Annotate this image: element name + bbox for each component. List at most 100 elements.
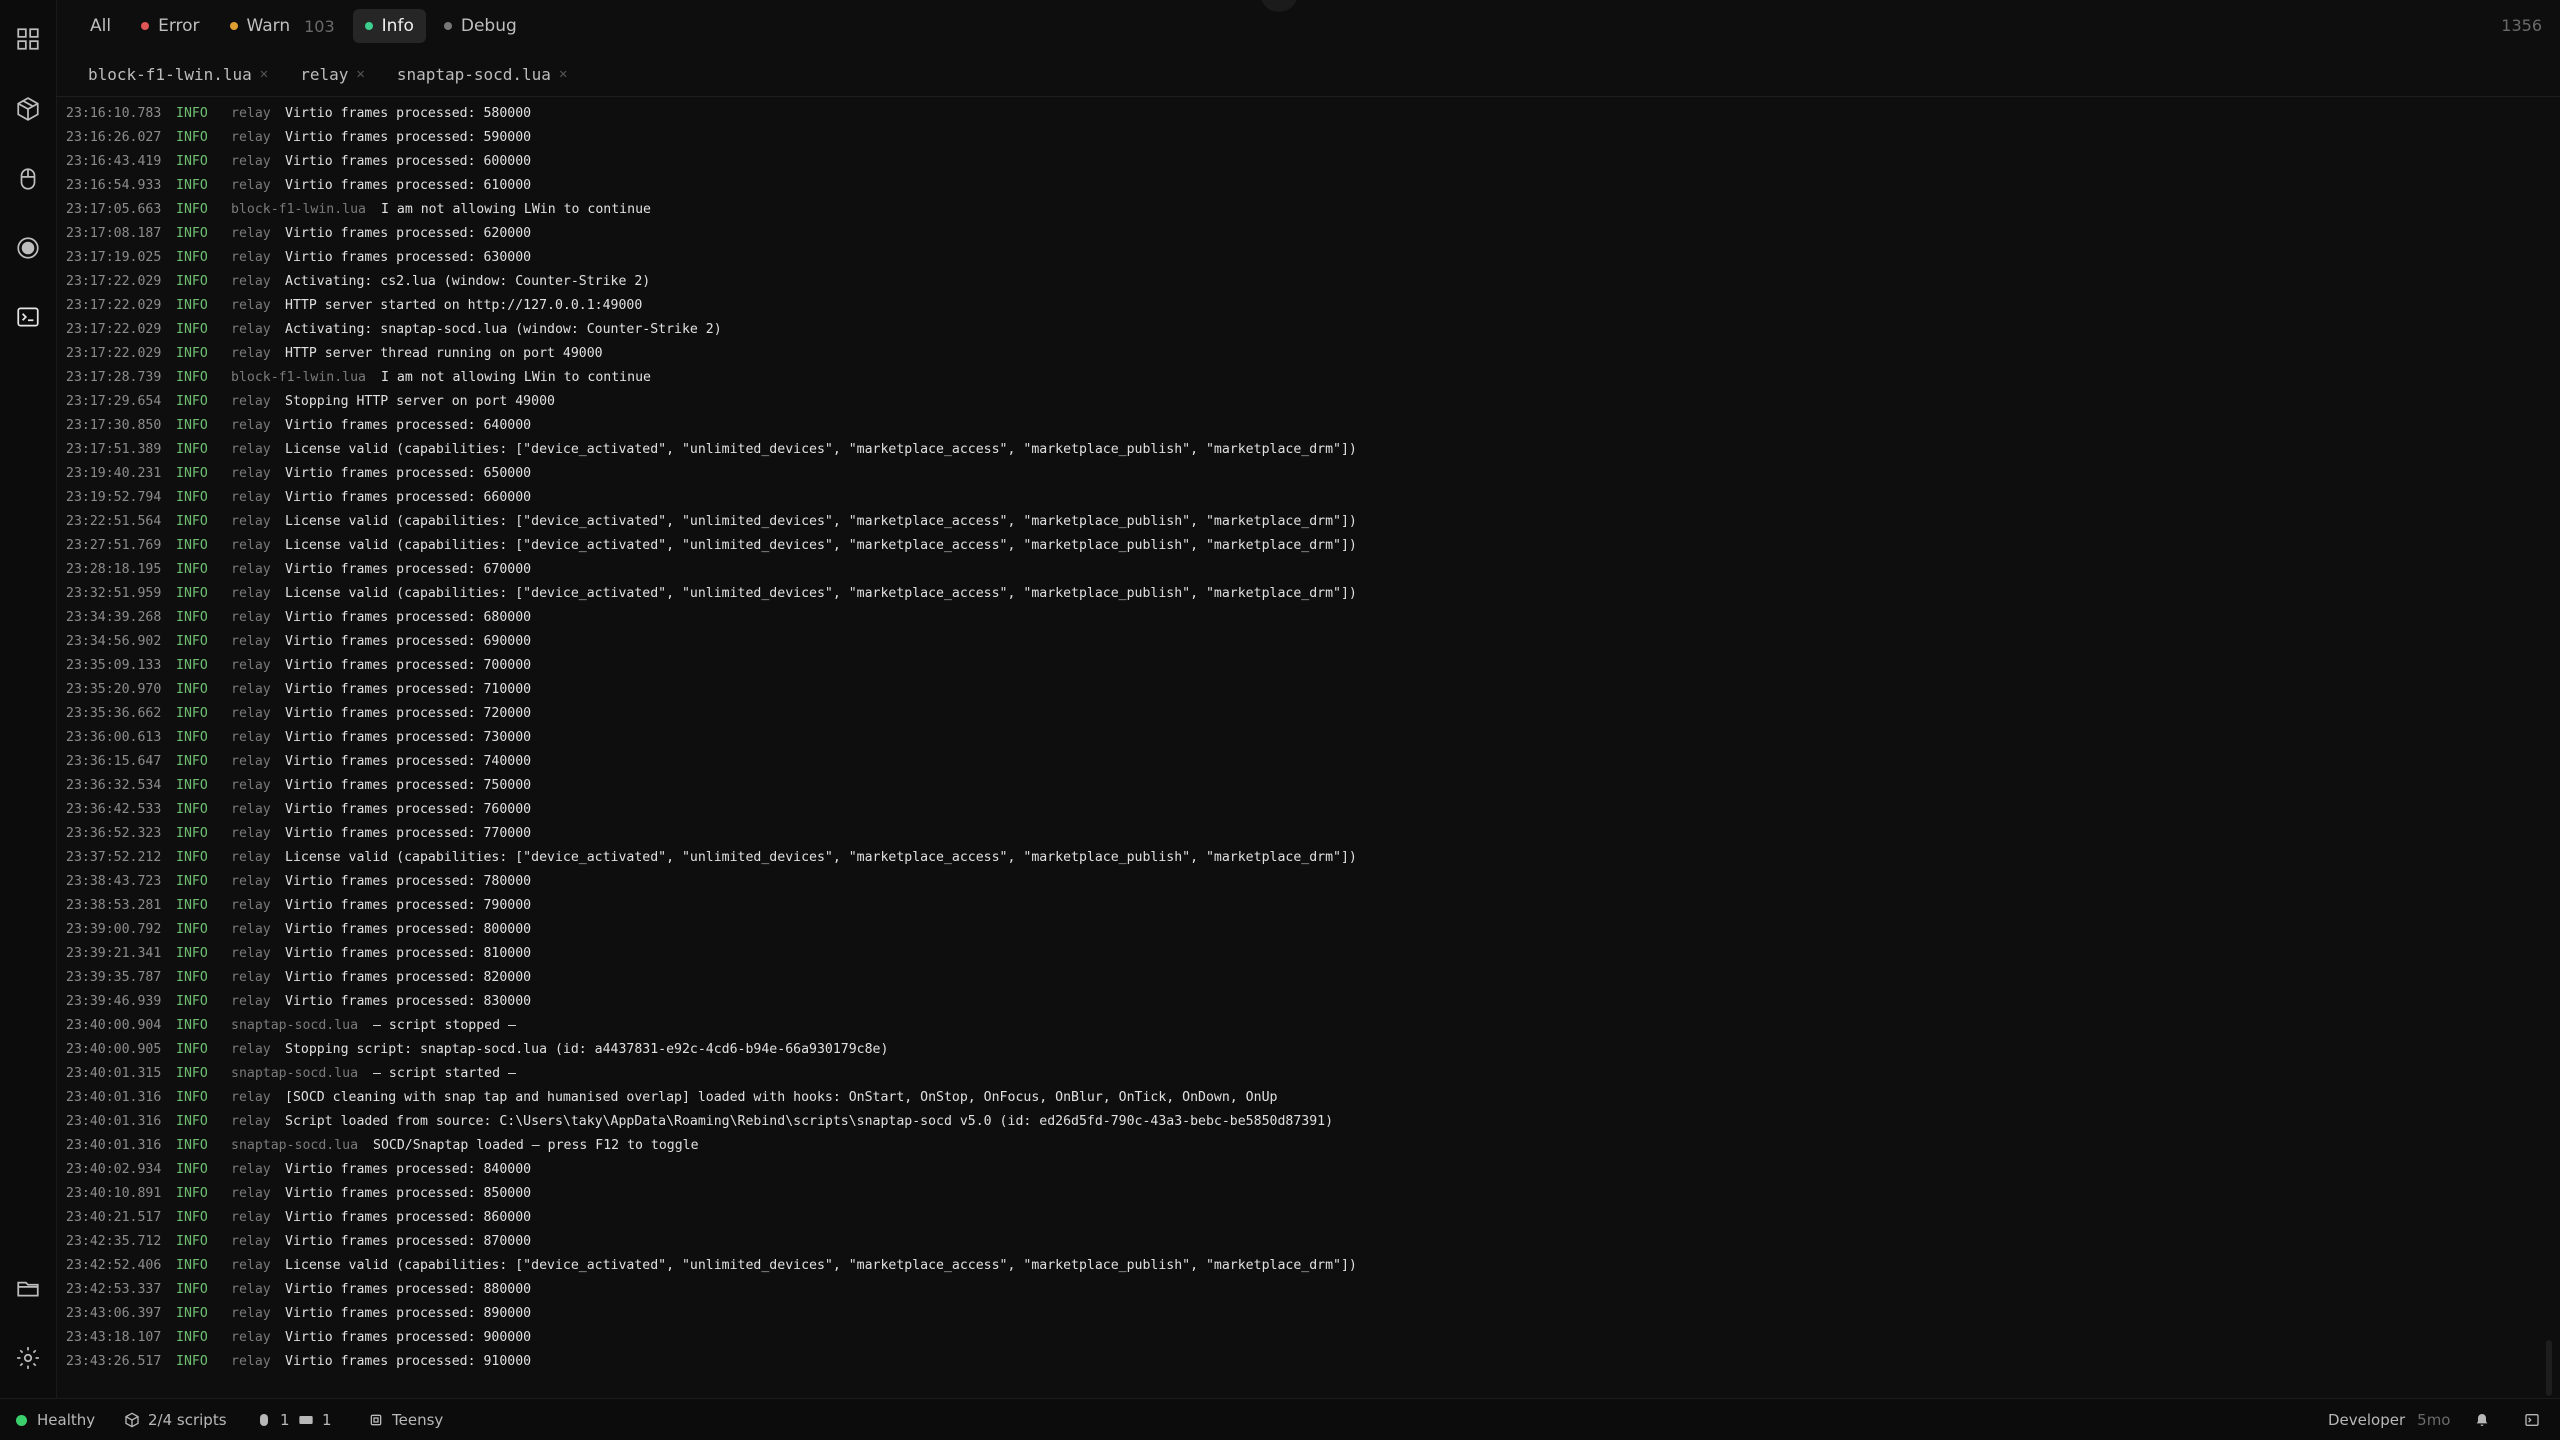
filter-error[interactable]: Error — [129, 9, 211, 43]
source-tab[interactable]: relay ✕ — [300, 65, 365, 84]
log-row[interactable]: 23:40:01.316 INFO snaptap-socd.lua SOCD/Sna… — [56, 1134, 2560, 1158]
log-row[interactable]: 23:17:30.850 INFO relay Virtio frames proce… — [56, 414, 2560, 438]
log-row[interactable]: 23:39:00.792 INFO relay Virtio frames proce… — [56, 918, 2560, 942]
mouse-status[interactable]: 1 — [256, 1399, 290, 1440]
log-row[interactable]: 23:43:26.517 INFO relay Virtio frames proce… — [56, 1350, 2560, 1374]
log-level: INFO — [176, 1162, 208, 1177]
log-message: — script started — — [373, 1066, 516, 1081]
keyboard-status[interactable]: 1 — [298, 1399, 332, 1440]
panel-toggle-icon[interactable] — [2524, 1399, 2548, 1440]
log-row[interactable]: 23:17:51.389 INFO relay License valid (capa… — [56, 438, 2560, 462]
log-row[interactable]: 23:34:39.268 INFO relay Virtio frames proce… — [56, 606, 2560, 630]
log-source: relay — [231, 274, 271, 289]
filter-info[interactable]: Info — [352, 9, 426, 43]
gear-icon[interactable] — [10, 1340, 46, 1376]
log-row[interactable]: 23:40:00.904 INFO snaptap-socd.lua — script… — [56, 1014, 2560, 1038]
source-tab[interactable]: snaptap-socd.lua ✕ — [397, 65, 568, 84]
log-level: INFO — [176, 730, 208, 745]
log-row[interactable]: 23:35:36.662 INFO relay Virtio frames proce… — [56, 702, 2560, 726]
log-row[interactable]: 23:37:52.212 INFO relay License valid (capa… — [56, 846, 2560, 870]
close-icon[interactable]: ✕ — [559, 66, 567, 82]
log-row[interactable]: 23:17:08.187 INFO relay Virtio frames proce… — [56, 222, 2560, 246]
log-row[interactable]: 23:34:56.902 INFO relay Virtio frames proce… — [56, 630, 2560, 654]
log-timestamp: 23:17:22.029 — [66, 322, 162, 337]
log-row[interactable]: 23:36:52.323 INFO relay Virtio frames proce… — [56, 822, 2560, 846]
log-row[interactable]: 23:40:02.934 INFO relay Virtio frames proce… — [56, 1158, 2560, 1182]
log-row[interactable]: 23:42:35.712 INFO relay Virtio frames proce… — [56, 1230, 2560, 1254]
log-row[interactable]: 23:36:42.533 INFO relay Virtio frames proce… — [56, 798, 2560, 822]
log-row[interactable]: 23:38:53.281 INFO relay Virtio frames proce… — [56, 894, 2560, 918]
log-row[interactable]: 23:43:06.397 INFO relay Virtio frames proce… — [56, 1302, 2560, 1326]
log-row[interactable]: 23:35:20.970 INFO relay Virtio frames proce… — [56, 678, 2560, 702]
log-timestamp: 23:38:43.723 — [66, 874, 162, 889]
filter-all[interactable]: All — [78, 9, 123, 43]
log-row[interactable]: 23:17:22.029 INFO relay HTTP server started… — [56, 294, 2560, 318]
log-message: License valid (capabilities: ["device_ac… — [285, 442, 1357, 457]
log-row[interactable]: 23:17:22.029 INFO relay HTTP server thread … — [56, 342, 2560, 366]
log-row[interactable]: 23:16:10.783 INFO relay Virtio frames proce… — [56, 102, 2560, 126]
log-row[interactable]: 23:16:54.933 INFO relay Virtio frames proce… — [56, 174, 2560, 198]
log-row[interactable]: 23:32:51.959 INFO relay License valid (capa… — [56, 582, 2560, 606]
developer-status[interactable]: Developer 5mo — [2328, 1399, 2451, 1440]
log-source: block-f1-lwin.lua — [231, 370, 366, 385]
log-row[interactable]: 23:36:00.613 INFO relay Virtio frames proce… — [56, 726, 2560, 750]
mouse-icon[interactable] — [10, 161, 46, 197]
log-level: INFO — [176, 1114, 208, 1129]
log-timestamp: 23:32:51.959 — [66, 586, 162, 601]
log-row[interactable]: 23:38:43.723 INFO relay Virtio frames proce… — [56, 870, 2560, 894]
status-bar: Healthy 2/4 scripts 1 1 Teensy Developer… — [0, 1398, 2560, 1440]
log-row[interactable]: 23:39:35.787 INFO relay Virtio frames proce… — [56, 966, 2560, 990]
log-source: relay — [231, 586, 271, 601]
filter-debug[interactable]: Debug — [432, 9, 529, 43]
log-row[interactable]: 23:19:52.794 INFO relay Virtio frames proce… — [56, 486, 2560, 510]
log-source: relay — [231, 106, 271, 121]
package-icon[interactable] — [10, 91, 46, 127]
log-row[interactable]: 23:17:29.654 INFO relay Stopping HTTP serve… — [56, 390, 2560, 414]
log-row[interactable]: 23:16:43.419 INFO relay Virtio frames proce… — [56, 150, 2560, 174]
bell-icon[interactable] — [2474, 1399, 2498, 1440]
terminal-icon[interactable] — [10, 299, 46, 335]
log-row[interactable]: 23:40:01.315 INFO snaptap-socd.lua — script… — [56, 1062, 2560, 1086]
filter-warn[interactable]: Warn 103 — [218, 9, 347, 43]
log-row[interactable]: 23:39:21.341 INFO relay Virtio frames proce… — [56, 942, 2560, 966]
log-row[interactable]: 23:40:01.316 INFO relay Script loaded from … — [56, 1110, 2560, 1134]
log-row[interactable]: 23:28:18.195 INFO relay Virtio frames proce… — [56, 558, 2560, 582]
log-message: HTTP server thread running on port 49000 — [285, 346, 603, 361]
grid-icon[interactable] — [10, 21, 46, 57]
log-timestamp: 23:39:00.792 — [66, 922, 162, 937]
log-row[interactable]: 23:17:28.739 INFO block-f1-lwin.lua I am no… — [56, 366, 2560, 390]
log-row[interactable]: 23:42:53.337 INFO relay Virtio frames proce… — [56, 1278, 2560, 1302]
close-icon[interactable]: ✕ — [356, 66, 364, 82]
log-row[interactable]: 23:36:15.647 INFO relay Virtio frames proce… — [56, 750, 2560, 774]
log-view[interactable]: 23:16:10.783 INFO relay Virtio frames proce… — [56, 102, 2560, 1396]
log-row[interactable]: 23:17:19.025 INFO relay Virtio frames proce… — [56, 246, 2560, 270]
log-row[interactable]: 23:35:09.133 INFO relay Virtio frames proce… — [56, 654, 2560, 678]
log-level: INFO — [176, 370, 208, 385]
folder-icon[interactable] — [10, 1270, 46, 1306]
log-row[interactable]: 23:40:10.891 INFO relay Virtio frames proce… — [56, 1182, 2560, 1206]
log-row[interactable]: 23:17:22.029 INFO relay Activating: snaptap… — [56, 318, 2560, 342]
log-row[interactable]: 23:40:00.905 INFO relay Stopping script: sn… — [56, 1038, 2560, 1062]
log-row[interactable]: 23:40:01.316 INFO relay [SOCD cleaning with… — [56, 1086, 2560, 1110]
log-row[interactable]: 23:36:32.534 INFO relay Virtio frames proce… — [56, 774, 2560, 798]
log-source: relay — [231, 754, 271, 769]
device-status[interactable]: Teensy — [368, 1399, 443, 1440]
log-row[interactable]: 23:39:46.939 INFO relay Virtio frames proce… — [56, 990, 2560, 1014]
log-timestamp: 23:34:39.268 — [66, 610, 162, 625]
source-tab[interactable]: block-f1-lwin.lua ✕ — [88, 65, 268, 84]
health-status[interactable]: Healthy — [16, 1399, 95, 1440]
log-row[interactable]: 23:16:26.027 INFO relay Virtio frames proce… — [56, 126, 2560, 150]
log-row[interactable]: 23:22:51.564 INFO relay License valid (capa… — [56, 510, 2560, 534]
log-row[interactable]: 23:42:52.406 INFO relay License valid (capa… — [56, 1254, 2560, 1278]
log-row[interactable]: 23:40:21.517 INFO relay Virtio frames proce… — [56, 1206, 2560, 1230]
log-timestamp: 23:40:01.316 — [66, 1114, 162, 1129]
close-icon[interactable]: ✕ — [260, 66, 268, 82]
scripts-status[interactable]: 2/4 scripts — [124, 1399, 227, 1440]
record-icon[interactable] — [10, 230, 46, 266]
log-row[interactable]: 23:27:51.769 INFO relay License valid (capa… — [56, 534, 2560, 558]
log-row[interactable]: 23:17:05.663 INFO block-f1-lwin.lua I am no… — [56, 198, 2560, 222]
log-row[interactable]: 23:19:40.231 INFO relay Virtio frames proce… — [56, 462, 2560, 486]
log-row[interactable]: 23:17:22.029 INFO relay Activating: cs2.lua… — [56, 270, 2560, 294]
log-row[interactable]: 23:43:18.107 INFO relay Virtio frames proce… — [56, 1326, 2560, 1350]
scrollbar[interactable] — [2546, 1340, 2552, 1396]
